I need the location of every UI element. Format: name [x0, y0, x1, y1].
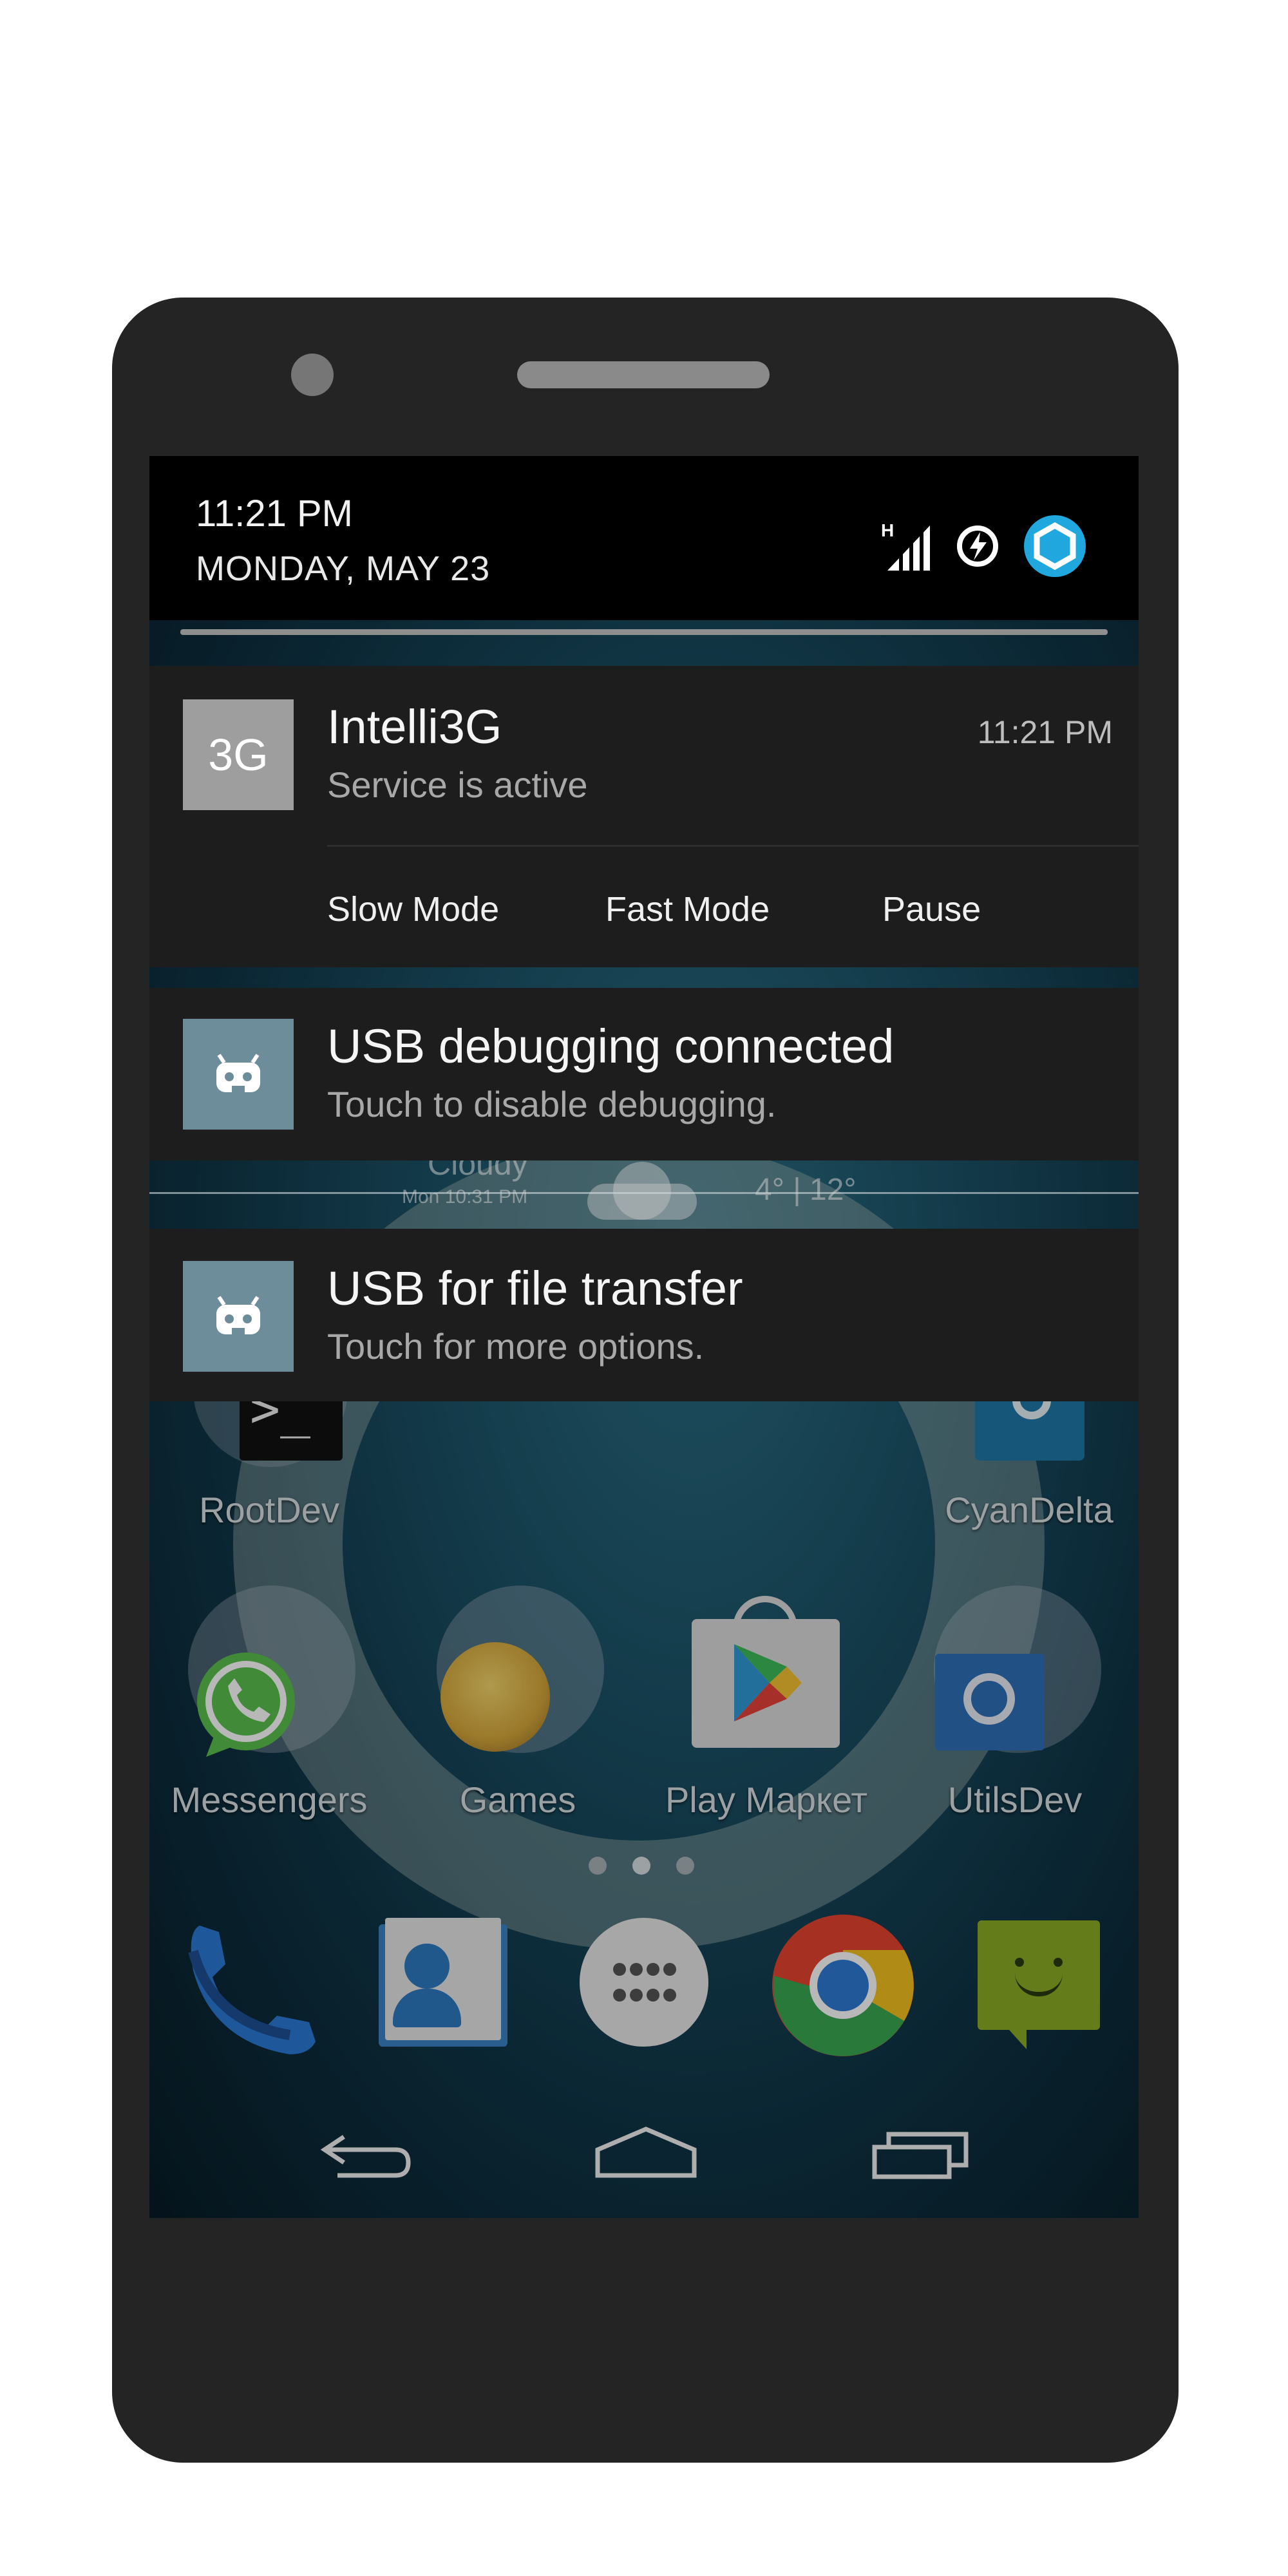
cloud-icon — [574, 1151, 710, 1222]
weather-peek-line — [149, 1192, 1139, 1194]
header-date[interactable]: MONDAY, MAY 23 — [196, 549, 490, 589]
intelli3g-icon-label: 3G — [208, 730, 269, 780]
settings-hexagon-icon[interactable] — [1023, 514, 1087, 578]
phone-screen: >_ RootDev CyanDelta Messengers Games Pl… — [149, 456, 1139, 2218]
notification-usb-file-transfer[interactable]: USB for file transfer Touch for more opt… — [149, 1229, 1139, 1401]
quick-settings-handle[interactable] — [180, 629, 1108, 635]
battery-charging-icon — [957, 526, 998, 567]
notification-text: Touch to disable debugging. — [327, 1084, 777, 1124]
weather-peek-updated: Mon 10:31 PM — [402, 1186, 528, 1208]
status-icons: H — [881, 514, 1087, 578]
notification-intelli3g[interactable]: 3G Intelli3G Service is active 11:21 PM … — [149, 666, 1139, 967]
signal-strength-icon: H — [881, 520, 933, 572]
notification-title: USB for file transfer — [327, 1262, 743, 1315]
notification-text: Service is active — [327, 764, 588, 805]
intelli3g-icon: 3G — [183, 699, 294, 810]
notification-shade-header: 11:21 PM MONDAY, MAY 23 H — [149, 456, 1139, 620]
notification-title: Intelli3G — [327, 700, 502, 753]
slow-mode-button[interactable]: Slow Mode — [327, 889, 499, 929]
notification-action-divider — [327, 845, 1139, 847]
weather-peek-temps: 4° | 12° — [755, 1173, 857, 1207]
header-clock[interactable]: 11:21 PM — [196, 492, 353, 535]
notification-text: Touch for more options. — [327, 1326, 705, 1367]
front-camera — [291, 354, 334, 396]
pause-button[interactable]: Pause — [882, 889, 981, 929]
android-robot-icon — [183, 1261, 294, 1372]
android-robot-icon — [183, 1019, 294, 1130]
notification-time: 11:21 PM — [977, 714, 1113, 750]
fast-mode-button[interactable]: Fast Mode — [605, 889, 770, 929]
notification-title: USB debugging connected — [327, 1019, 895, 1073]
earpiece-speaker — [517, 361, 770, 388]
notification-usb-debugging[interactable]: USB debugging connected Touch to disable… — [149, 988, 1139, 1160]
